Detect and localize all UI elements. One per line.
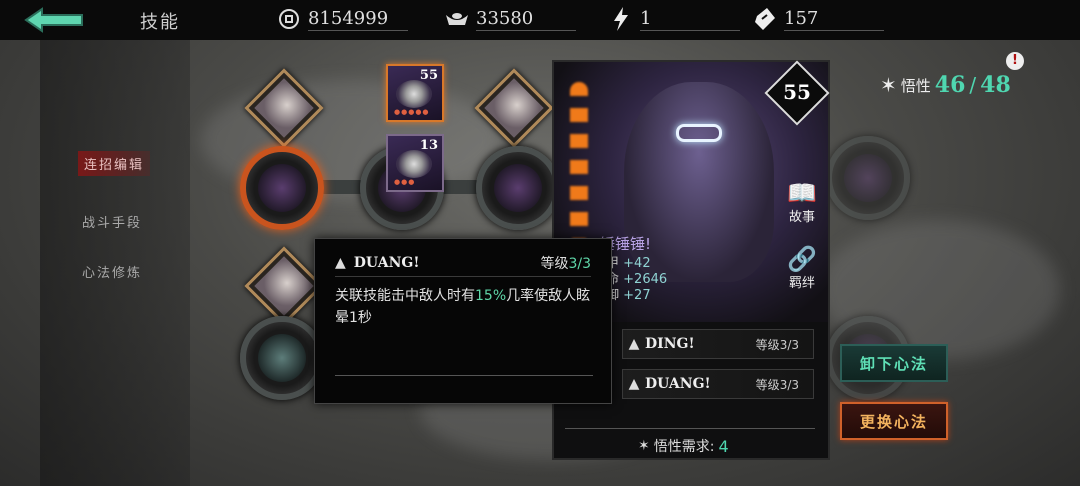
skill-row-ding[interactable]: ▲ DING! 等级3/3 xyxy=(622,329,814,359)
alert-icon[interactable]: ! xyxy=(1006,52,1024,70)
coin-value: 8154999 xyxy=(308,8,408,31)
ticket-icon xyxy=(752,6,778,32)
tooltip-skill-name: DUANG! xyxy=(353,254,420,271)
back-button[interactable] xyxy=(24,6,86,34)
flame-effect xyxy=(570,82,588,242)
skill-icon: ▲ xyxy=(628,376,640,392)
item-art xyxy=(396,80,432,108)
energy-value: 1 xyxy=(640,8,740,31)
lightning-icon xyxy=(608,6,634,32)
insight-requirement: ✶ 悟性需求: 4 xyxy=(638,436,729,456)
insight-counter: ✶ 悟性 46 / 48 xyxy=(880,72,1011,98)
skill-level: 等级3/3 xyxy=(755,377,799,392)
story-button[interactable]: 📖 故事 xyxy=(780,180,824,225)
insight-icon: ✶ xyxy=(880,73,897,97)
requirement-value: 4 xyxy=(718,436,729,456)
ingot-icon xyxy=(444,6,470,32)
character-visor xyxy=(676,124,722,142)
divider xyxy=(565,428,815,429)
skill-name: DUANG! xyxy=(645,376,711,392)
bond-label: 羁绊 xyxy=(788,276,815,291)
ticket-value: 157 xyxy=(784,8,884,31)
book-icon: 📖 xyxy=(787,179,817,207)
coin-icon xyxy=(276,6,302,32)
energy-counter: 1 xyxy=(608,5,740,33)
coin-counter: 8154999 xyxy=(276,5,408,33)
skill-slot-active[interactable] xyxy=(240,146,324,230)
tooltip-description: 关联技能击中敌人时有15%几率使敌人眩晕1秒 xyxy=(335,288,591,326)
item-card-selected[interactable]: 55 ●●●●● xyxy=(386,64,444,122)
item-stars: ●●●●● xyxy=(394,108,430,116)
insight-current: 46 xyxy=(934,72,966,98)
skill-tooltip: ▲ DUANG! 等级3/3 关联技能击中敌人时有15%几率使敌人眩晕1秒 xyxy=(314,238,612,404)
ingot-counter: 33580 xyxy=(444,5,576,33)
divider xyxy=(335,375,593,376)
item-level: 13 xyxy=(419,138,438,153)
item-card[interactable]: 13 ●●● xyxy=(386,134,444,192)
insight-icon: ✶ xyxy=(638,438,650,454)
tab-mind-training[interactable]: 心法修炼 xyxy=(82,262,142,281)
story-label: 故事 xyxy=(788,210,815,225)
skill-icon: ▲ xyxy=(335,254,346,271)
item-art xyxy=(396,150,432,178)
tab-combo-edit[interactable]: 连招编辑 xyxy=(78,151,151,176)
skill-icon: ▲ xyxy=(628,336,640,352)
link-icon: 🔗 xyxy=(787,245,817,273)
page-title: 技能 xyxy=(140,12,180,33)
insight-label: 悟性 xyxy=(900,76,931,95)
skill-slot[interactable] xyxy=(476,146,560,230)
skill-row-duang[interactable]: ▲ DUANG! 等级3/3 xyxy=(622,369,814,399)
requirement-label: 悟性需求: xyxy=(653,439,715,455)
skill-slot[interactable] xyxy=(826,136,910,220)
item-stars: ●●● xyxy=(394,178,416,186)
ingot-value: 33580 xyxy=(476,8,576,31)
replace-button[interactable]: 更换心法 xyxy=(840,402,948,440)
skill-name: DING! xyxy=(645,336,695,352)
item-level: 55 xyxy=(419,68,438,83)
tooltip-level: 等级3/3 xyxy=(540,255,591,272)
skill-slot[interactable] xyxy=(240,316,324,400)
tooltip-header: ▲ DUANG! 等级3/3 xyxy=(335,253,591,277)
tab-combat-means[interactable]: 战斗手段 xyxy=(82,212,142,231)
ticket-counter: 157 xyxy=(752,5,884,33)
insight-max: 48 xyxy=(980,72,1011,98)
top-bar: 技能 8154999 33580 1 157 xyxy=(0,0,1080,40)
character-level: 55 xyxy=(783,80,811,104)
stat-line: 御 +27 xyxy=(606,288,651,303)
unequip-button[interactable]: 卸下心法 xyxy=(840,344,948,382)
back-arrow-icon xyxy=(24,7,83,33)
skill-level: 等级3/3 xyxy=(755,337,799,352)
bond-button[interactable]: 🔗 羁绊 xyxy=(780,246,824,291)
